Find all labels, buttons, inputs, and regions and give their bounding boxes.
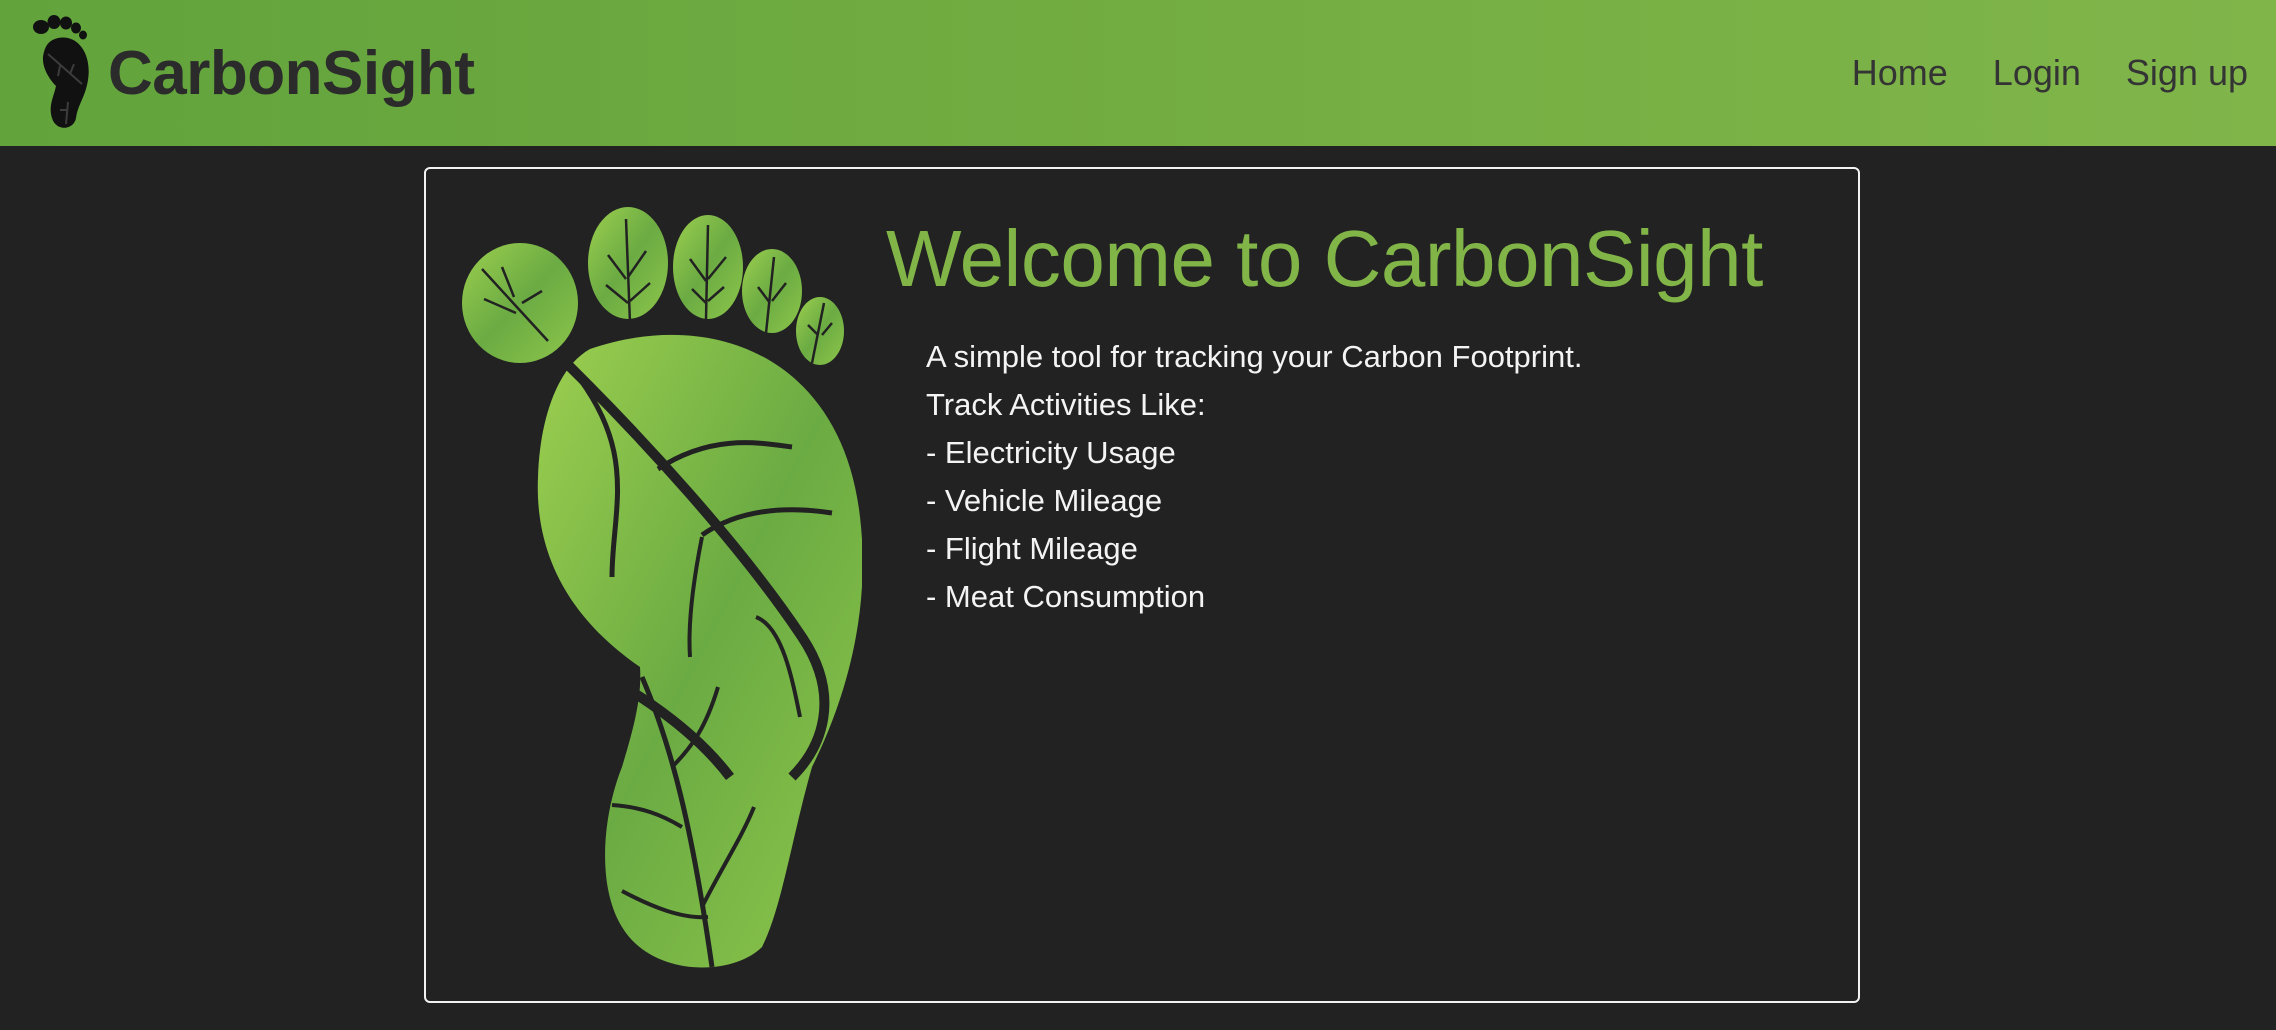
footprint-logo-icon: [33, 15, 89, 128]
page-title: Welcome to CarbonSight: [886, 214, 1763, 303]
top-navbar: CarbonSight Home Login Sign up: [0, 0, 2276, 146]
activity-item: - Meat Consumption: [926, 579, 1206, 614]
tagline: A simple tool for tracking your Carbon F…: [926, 339, 1583, 374]
intro-text: A simple tool for tracking your Carbon F…: [926, 333, 1582, 621]
nav-login-link[interactable]: Login: [1993, 52, 2081, 94]
brand-link[interactable]: CarbonSight: [30, 14, 475, 132]
brand-name: CarbonSight: [108, 38, 475, 108]
nav-links: Home Login Sign up: [1807, 0, 2248, 146]
nav-signup-link[interactable]: Sign up: [2126, 52, 2248, 94]
activity-item: - Electricity Usage: [926, 435, 1176, 470]
activities-heading: Track Activities Like:: [926, 387, 1206, 422]
activity-item: - Vehicle Mileage: [926, 483, 1163, 518]
nav-home-link[interactable]: Home: [1852, 52, 1948, 94]
footprint-leaf-illustration: [462, 207, 862, 968]
welcome-card: Welcome to CarbonSight A simple tool for…: [424, 167, 1860, 1003]
activity-item: - Flight Mileage: [926, 531, 1138, 566]
